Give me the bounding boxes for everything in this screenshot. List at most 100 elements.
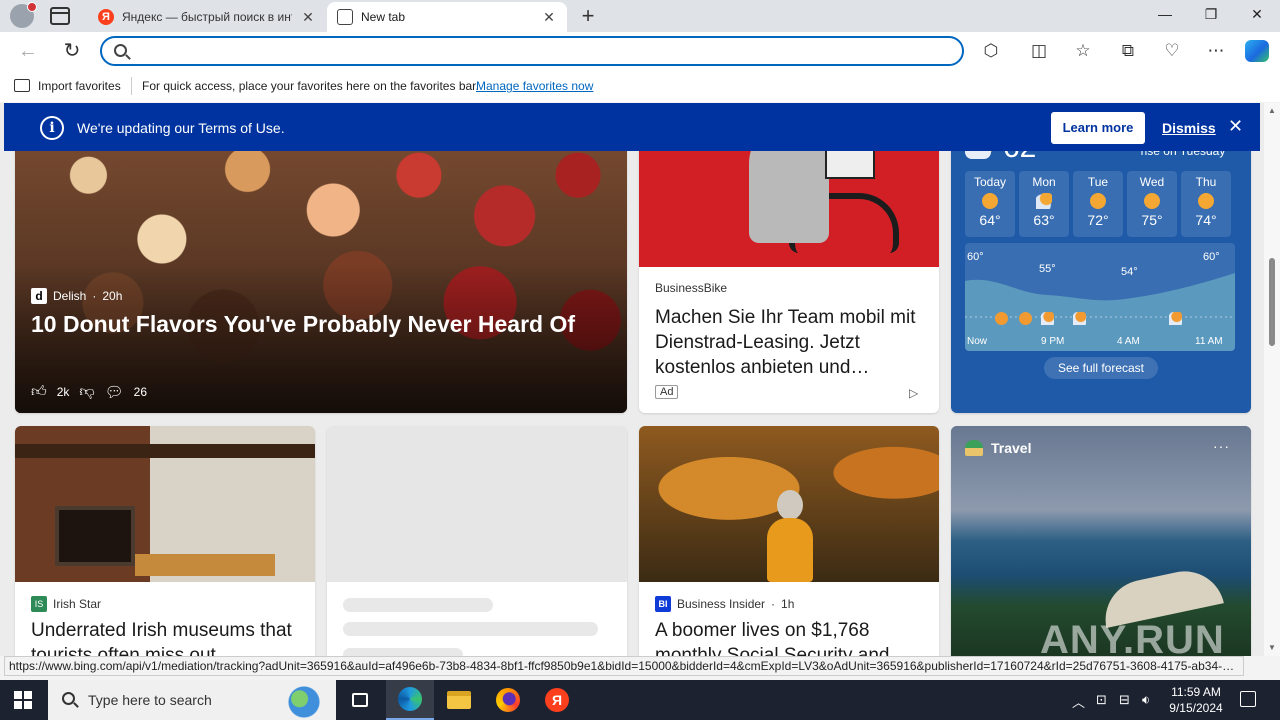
forecast-day[interactable]: Wed 75° (1127, 171, 1177, 237)
hero-article-card[interactable]: d Delish · 20h 10 Donut Flavors You've P… (15, 123, 627, 413)
comment-icon[interactable]: 💬︎ (105, 383, 124, 401)
ad-card[interactable]: BusinessBike Machen Sie Ihr Team mobil m… (639, 123, 939, 413)
partly-cloudy-icon (1169, 312, 1182, 325)
profile-avatar[interactable] (10, 2, 37, 28)
loading-card (327, 426, 627, 656)
ad-choices-icon[interactable]: ▷ (909, 386, 918, 400)
hourly-time: 9 PM (1041, 336, 1065, 347)
chevron-up-icon[interactable]: ︿ (1072, 692, 1085, 711)
article-card[interactable]: IS Irish Star Underrated Irish museums t… (15, 426, 315, 656)
network-icon[interactable]: ⊟ (1119, 692, 1130, 708)
article-title[interactable]: 10 Donut Flavors You've Probably Never H… (31, 311, 621, 338)
travel-header: Travel (965, 440, 1031, 456)
hourly-forecast[interactable]: 60° 55° 54° 60° Now 9 PM 4 AM 11 AM (965, 243, 1235, 351)
partly-cloudy-icon (1073, 312, 1086, 325)
partly-cloudy-icon (1041, 312, 1054, 325)
volume-icon[interactable]: 🔉︎ (1142, 692, 1150, 708)
day-high: 75° (1141, 212, 1163, 228)
more-options-icon[interactable]: ··· (1213, 438, 1230, 454)
device-icon[interactable]: ⊡ (1096, 692, 1107, 708)
scroll-down-icon[interactable]: ▼ (1268, 643, 1276, 652)
close-tab-icon[interactable]: ✕ (300, 9, 316, 26)
taskbar-search[interactable]: Type here to search (48, 680, 336, 720)
manage-favorites-link[interactable]: Manage favorites now (476, 79, 593, 93)
day-high: 63° (1033, 212, 1055, 228)
import-favorites-button[interactable]: Import favorites (38, 79, 121, 93)
article-card[interactable]: BI Business Insider · 1h A boomer lives … (639, 426, 939, 656)
new-tab-button[interactable]: + (577, 5, 599, 27)
extensions-icon[interactable]: ⬡ (980, 40, 1002, 62)
ad-title[interactable]: Machen Sie Ihr Team mobil mit Dienstrad-… (655, 305, 925, 380)
article-source: BusinessBike (655, 281, 727, 295)
notification-icon[interactable] (1240, 691, 1256, 707)
autumn-image (639, 426, 939, 582)
windows-start-icon[interactable] (14, 691, 32, 709)
task-view-button[interactable] (336, 680, 384, 720)
address-input[interactable] (136, 42, 936, 62)
weather-card[interactable]: 62 °F Temperatures to rise on Tuesday › … (951, 123, 1251, 413)
day-high: 74° (1195, 212, 1217, 228)
scroll-thumb[interactable] (1269, 258, 1275, 346)
forecast-day[interactable]: Mon 63° (1019, 171, 1069, 237)
tab-yandex[interactable]: Я Яндекс — быстрый поиск в инт ✕ (88, 2, 326, 32)
import-icon[interactable] (14, 79, 30, 92)
day-name: Mon (1032, 175, 1056, 189)
browser-essentials-icon[interactable]: ♡ (1161, 40, 1183, 62)
restore-button[interactable]: ❐ (1196, 6, 1226, 23)
hourly-time: 4 AM (1117, 336, 1140, 347)
sunny-icon (1144, 193, 1160, 209)
collections-icon[interactable]: ⧉ (1117, 40, 1139, 62)
sunny-icon (1090, 193, 1106, 209)
back-button[interactable]: ← (16, 40, 40, 62)
article-title[interactable]: A boomer lives on $1,768 monthly Social … (655, 618, 927, 656)
minimize-button[interactable]: — (1150, 6, 1180, 22)
system-clock[interactable]: 11:59 AM 9/15/2024 (1158, 684, 1234, 716)
page-scrollbar[interactable]: ▲ ▼ (1264, 103, 1280, 656)
placeholder-line (343, 648, 463, 656)
hourly-temp: 60° (1203, 251, 1220, 263)
see-full-forecast-button[interactable]: See full forecast (1044, 357, 1158, 379)
edge-taskbar-button[interactable] (386, 680, 434, 720)
yandex-browser-button[interactable]: Я (533, 680, 581, 720)
copilot-icon[interactable] (1245, 40, 1269, 62)
day-name: Thu (1195, 175, 1217, 189)
forecast-day[interactable]: Tue 72° (1073, 171, 1123, 237)
file-explorer-button[interactable] (435, 680, 483, 720)
tab-actions-icon[interactable] (50, 7, 70, 25)
learn-more-button[interactable]: Learn more (1051, 112, 1145, 144)
day-name: Tue (1087, 175, 1109, 189)
delish-logo-icon: d (31, 288, 47, 304)
dismiss-link[interactable]: Dismiss (1162, 120, 1216, 136)
tab-new-tab[interactable]: New tab ✕ (327, 2, 567, 32)
info-icon: i (40, 116, 64, 140)
close-tab-icon[interactable]: ✕ (541, 9, 557, 26)
close-window-button[interactable]: ✕ (1242, 6, 1272, 23)
globe-icon (282, 686, 326, 718)
more-menu-icon[interactable]: ⋯ (1205, 40, 1227, 62)
split-screen-icon[interactable]: ◫ (1028, 40, 1050, 62)
status-url: https://www.bing.com/api/v1/mediation/tr… (4, 656, 1244, 676)
address-bar[interactable] (100, 36, 964, 66)
refresh-button[interactable]: ↻ (60, 40, 84, 62)
search-icon (62, 692, 75, 705)
source-name: Irish Star (53, 597, 102, 611)
article-title[interactable]: Underrated Irish museums that tourists o… (31, 618, 303, 656)
new-tab-page: i We're updating our Terms of Use. Learn… (0, 103, 1264, 656)
firefox-button[interactable] (484, 680, 532, 720)
forecast-day[interactable]: Today 64° (965, 171, 1015, 237)
tab-title: New tab (361, 10, 406, 24)
folder-icon (447, 691, 471, 709)
banner-message: We're updating our Terms of Use. (77, 120, 285, 136)
task-view-icon (352, 693, 368, 707)
palm-tree-icon (965, 440, 983, 456)
scroll-up-icon[interactable]: ▲ (1268, 106, 1276, 115)
close-icon[interactable]: ✕ (1228, 116, 1243, 137)
favorites-star-icon[interactable]: ☆ (1072, 40, 1094, 62)
dislike-icon[interactable]: 👎︎ (79, 383, 94, 401)
clock-date: 9/15/2024 (1169, 701, 1223, 715)
ad-badge: Ad (655, 385, 679, 399)
daily-forecast: Today 64° Mon 63° Tue 72° Wed 75° Thu 74… (965, 171, 1231, 237)
travel-label: Travel (991, 440, 1032, 456)
forecast-day[interactable]: Thu 74° (1181, 171, 1231, 237)
like-icon[interactable]: 👍︎ (31, 383, 47, 401)
